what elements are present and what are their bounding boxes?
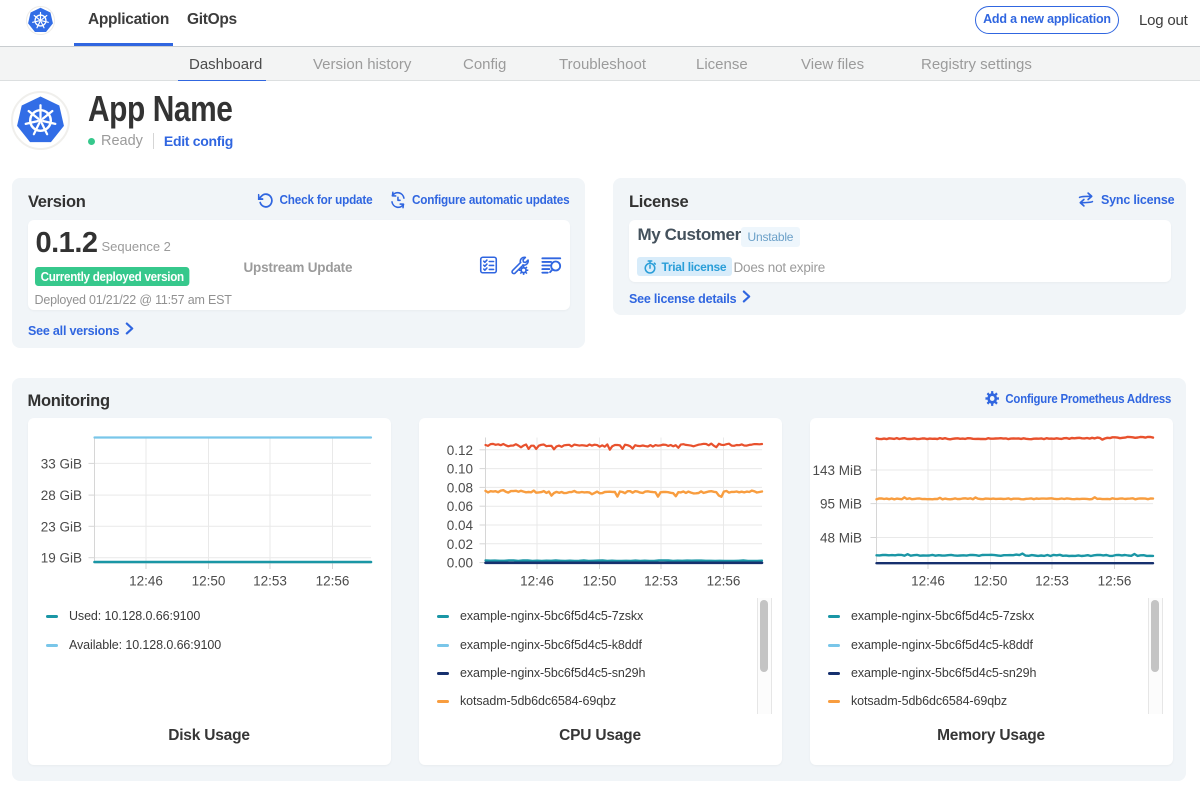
svg-text:28 GiB: 28 GiB [40, 488, 81, 503]
svg-text:12:56: 12:56 [315, 574, 349, 589]
svg-text:0.08: 0.08 [446, 480, 472, 495]
svg-text:12:46: 12:46 [129, 574, 163, 589]
svg-text:0.04: 0.04 [446, 518, 473, 533]
svg-text:48 MiB: 48 MiB [819, 531, 861, 546]
svg-text:0.10: 0.10 [446, 462, 472, 477]
svg-text:12:50: 12:50 [582, 574, 616, 589]
svg-text:12:50: 12:50 [191, 574, 225, 589]
svg-text:95 MiB: 95 MiB [819, 497, 861, 512]
svg-text:0.02: 0.02 [446, 537, 472, 552]
svg-text:0.12: 0.12 [446, 443, 472, 458]
svg-text:12:56: 12:56 [1097, 574, 1131, 589]
svg-text:12:56: 12:56 [706, 574, 740, 589]
svg-text:12:46: 12:46 [520, 574, 554, 589]
svg-text:12:53: 12:53 [253, 574, 287, 589]
svg-text:19 GiB: 19 GiB [40, 551, 81, 566]
svg-text:143 MiB: 143 MiB [812, 463, 862, 478]
svg-text:12:46: 12:46 [911, 574, 945, 589]
svg-text:33 GiB: 33 GiB [40, 456, 81, 471]
svg-text:0.00: 0.00 [446, 556, 472, 571]
svg-text:12:50: 12:50 [973, 574, 1007, 589]
svg-text:23 GiB: 23 GiB [40, 519, 81, 534]
svg-text:12:53: 12:53 [644, 574, 678, 589]
svg-text:0.06: 0.06 [446, 499, 472, 514]
svg-text:12:53: 12:53 [1035, 574, 1069, 589]
